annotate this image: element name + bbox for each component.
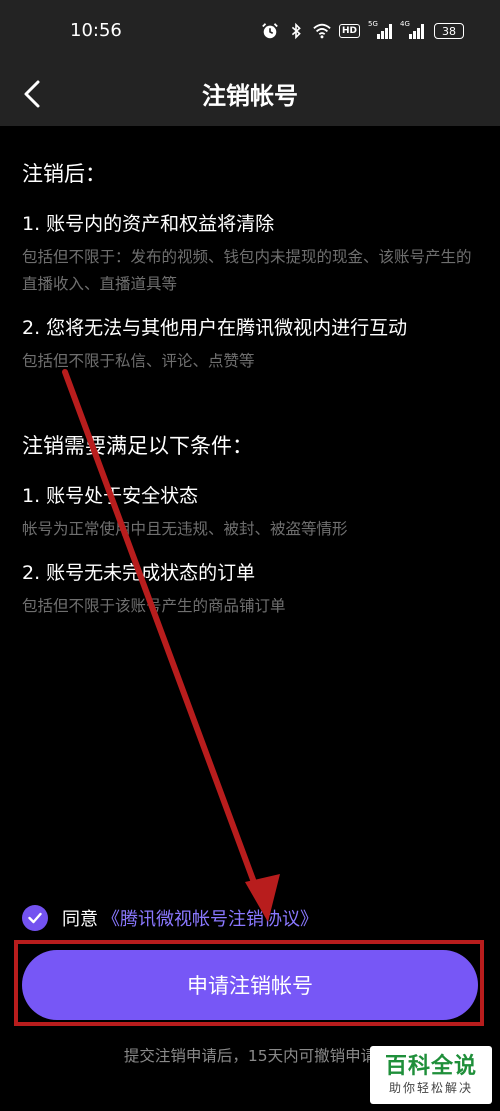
agreement-prefix: 同意 [62,909,98,930]
battery-icon: 38 [434,23,464,39]
condition-item-1-desc: 帐号为正常使用中且无违规、被封、被盗等情形 [22,520,348,538]
content: 注销后： 1. 账号内的资产和权益将清除 包括但不限于：发布的视频、钱包内未提现… [22,158,482,620]
hd-badge: HD [338,24,360,38]
signal-4g-icon: 4G [400,20,424,39]
condition-item-2-desc: 包括但不限于该账号产生的商品铺订单 [22,597,286,615]
bluetooth-icon [291,22,301,40]
signal-4g-label: 4G [400,20,410,28]
status-icons: HD 5G 4G 38 [261,20,464,42]
watermark: 百科全说 助你轻松解决 [370,1046,492,1104]
condition-item-1-title: 1. 账号处于安全状态 [22,485,199,507]
signal-5g-label: 5G [368,20,378,28]
wifi-icon [313,23,331,39]
condition-item-2-title: 2. 账号无未完成状态的订单 [22,562,256,584]
alarm-icon [262,23,278,39]
agreement-link[interactable]: 《腾讯微视帐号注销协议》 [102,905,318,931]
nav-bar: 注销帐号 [0,62,500,126]
watermark-title: 百科全说 [384,1054,477,1079]
after-section-title: 注销后： [22,162,106,186]
watermark-subtitle: 助你轻松解决 [388,1081,473,1095]
check-icon [28,912,42,924]
signal-5g-icon: 5G [368,20,392,39]
agreement-checkbox[interactable] [22,905,48,931]
conditions-section-title: 注销需要满足以下条件： [22,434,253,458]
page-title: 注销帐号 [202,82,298,110]
after-item-1-title: 1. 账号内的资产和权益将清除 [22,213,275,235]
agreement-row: 同意 《腾讯微视帐号注销协议》 [22,903,318,933]
after-item-1-desc: 包括但不限于：发布的视频、钱包内未提现的现金、该账号产生的直播收入、直播道具等 [22,248,472,293]
status-bar: 10:56 HD 5G 4G 38 [0,0,500,62]
status-time: 10:56 [70,20,122,41]
apply-cancel-account-button[interactable]: 申请注销帐号 [22,950,478,1020]
after-item-2-title: 2. 您将无法与其他用户在腾讯微视内进行互动 [22,317,408,339]
after-item-2-desc: 包括但不限于私信、评论、点赞等 [22,352,255,370]
